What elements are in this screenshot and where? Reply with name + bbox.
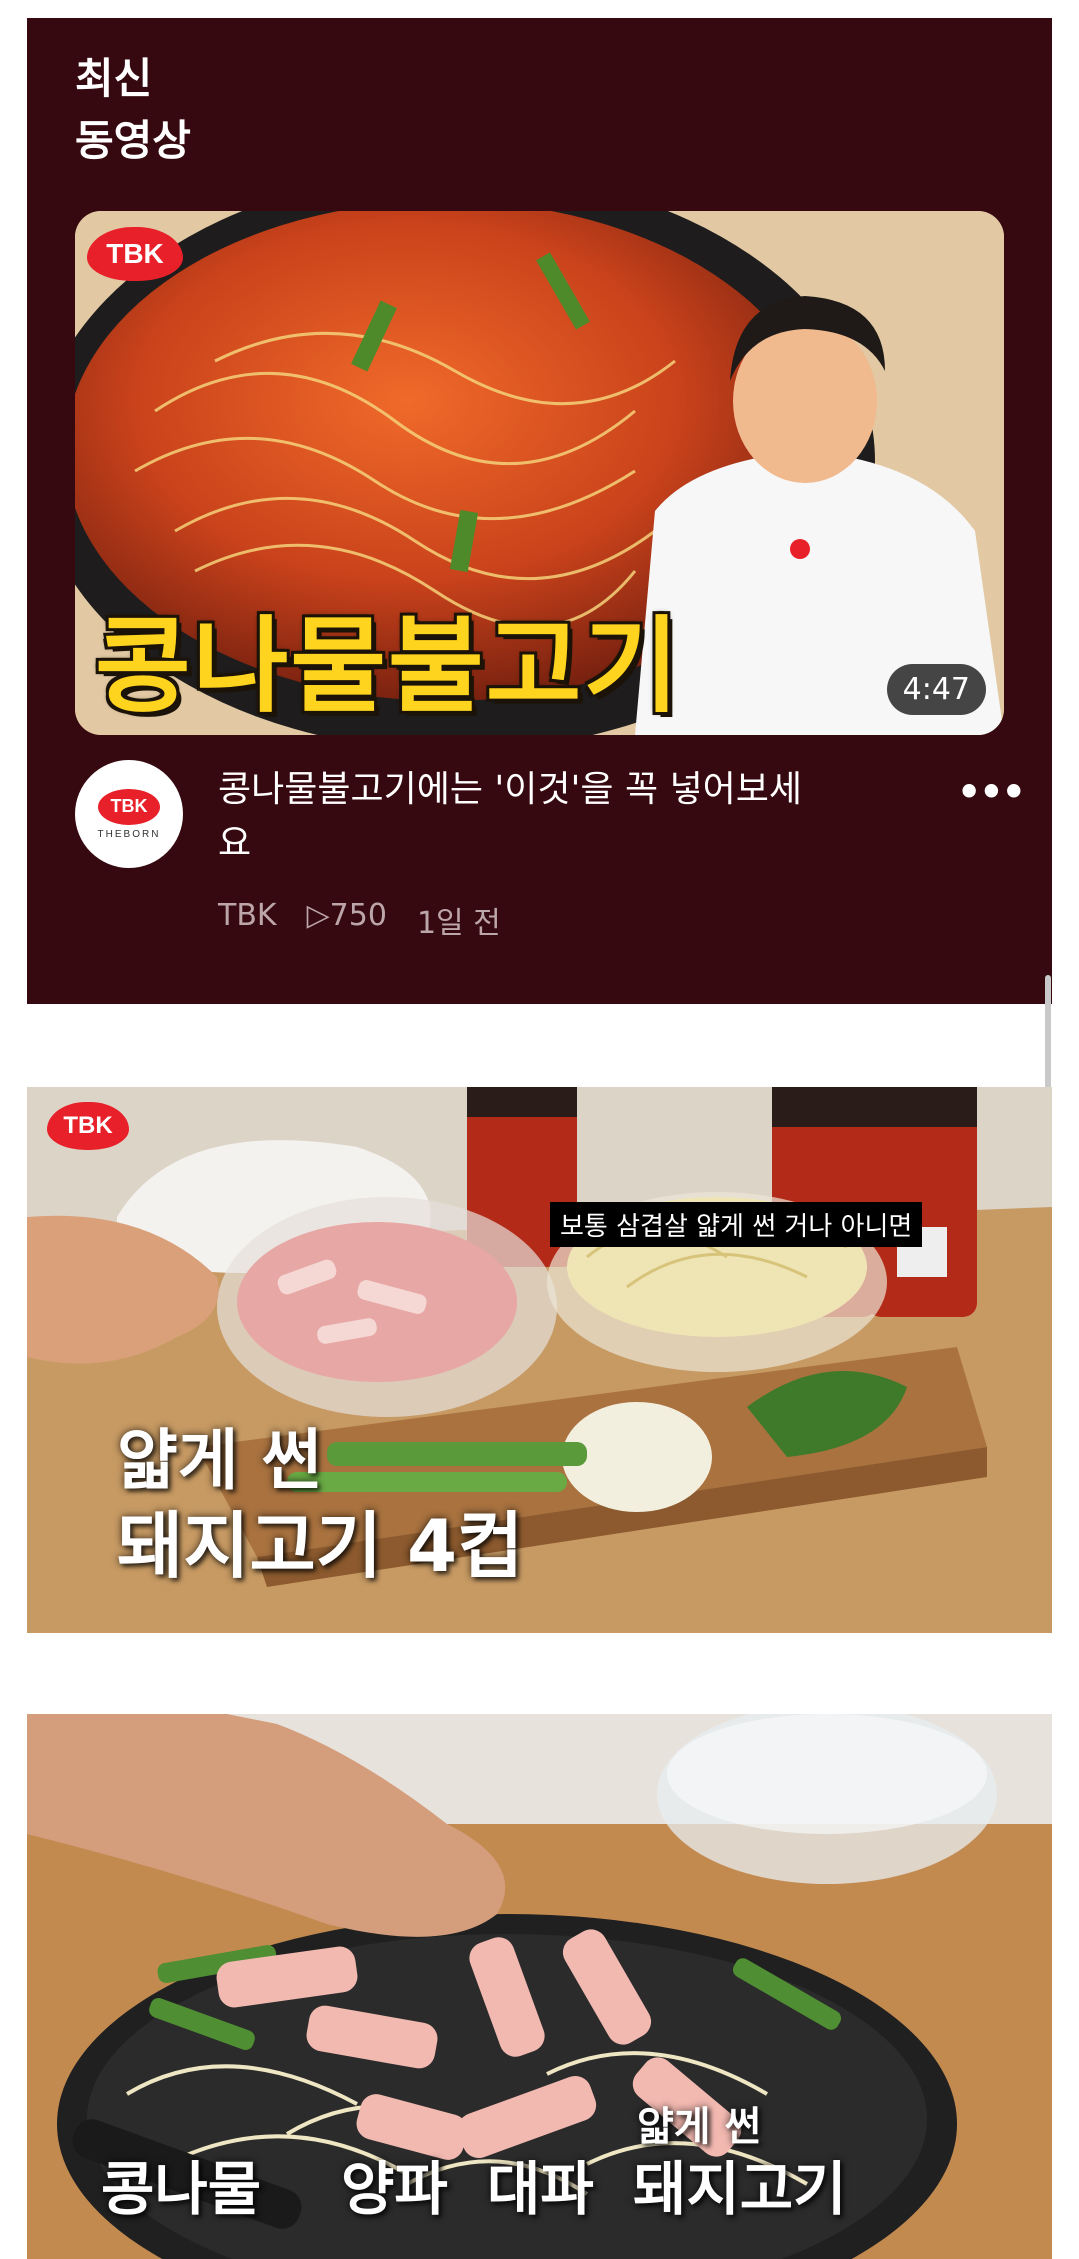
- recipe-frame-1: TBK 보통 삼겹살 얇게 썬 거나 아니면 얇게 썬 돼지고기 4컵: [27, 1087, 1052, 1633]
- upload-age: 1일 전: [416, 906, 501, 941]
- recipe-frame-2: 얇게 썬 콩나물 양파 대파 돼지고기: [27, 1714, 1052, 2259]
- view-count: ▷750: [306, 898, 387, 933]
- video-thumbnail[interactable]: TBK 콩나물불고기 4:47: [75, 211, 1004, 735]
- video-meta: TBK ▷750 1일 전: [218, 898, 501, 942]
- channel-avatar[interactable]: TBK THEBORN: [75, 760, 183, 868]
- thumbnail-caption: 콩나물불고기: [95, 605, 682, 727]
- section-title: 최신 동영상: [75, 48, 191, 172]
- caption-item-1: 콩나물: [101, 2155, 262, 2223]
- video-subtitle: 보통 삼겹살 얇게 썬 거나 아니면: [550, 1202, 923, 1247]
- caption-item-3: 대파: [487, 2155, 594, 2223]
- channel-name[interactable]: TBK: [218, 898, 277, 942]
- section-title-line1: 최신: [75, 54, 153, 103]
- more-vert-icon[interactable]: •••: [957, 770, 1026, 814]
- latest-videos-card: 최신 동영상 TBK 콩나물불고기 4:47 TBK THEBORN 콩나물불고…: [27, 18, 1052, 1004]
- caption-item-2: 양파: [341, 2155, 448, 2223]
- tbk-logo: TBK: [87, 227, 183, 281]
- tbk-logo: TBK: [47, 1102, 129, 1150]
- video-duration: 4:47: [886, 664, 986, 715]
- caption-item-4: 돼지고기: [633, 2155, 847, 2223]
- section-title-line2: 동영상: [75, 116, 191, 165]
- video-title[interactable]: 콩나물불고기에는 '이것'을 꼭 넣어보세요: [218, 763, 818, 871]
- caption-line2: 돼지고기 4컵: [117, 1504, 524, 1588]
- avatar-logo: TBK: [98, 788, 160, 825]
- avatar-subtext: THEBORN: [97, 828, 161, 840]
